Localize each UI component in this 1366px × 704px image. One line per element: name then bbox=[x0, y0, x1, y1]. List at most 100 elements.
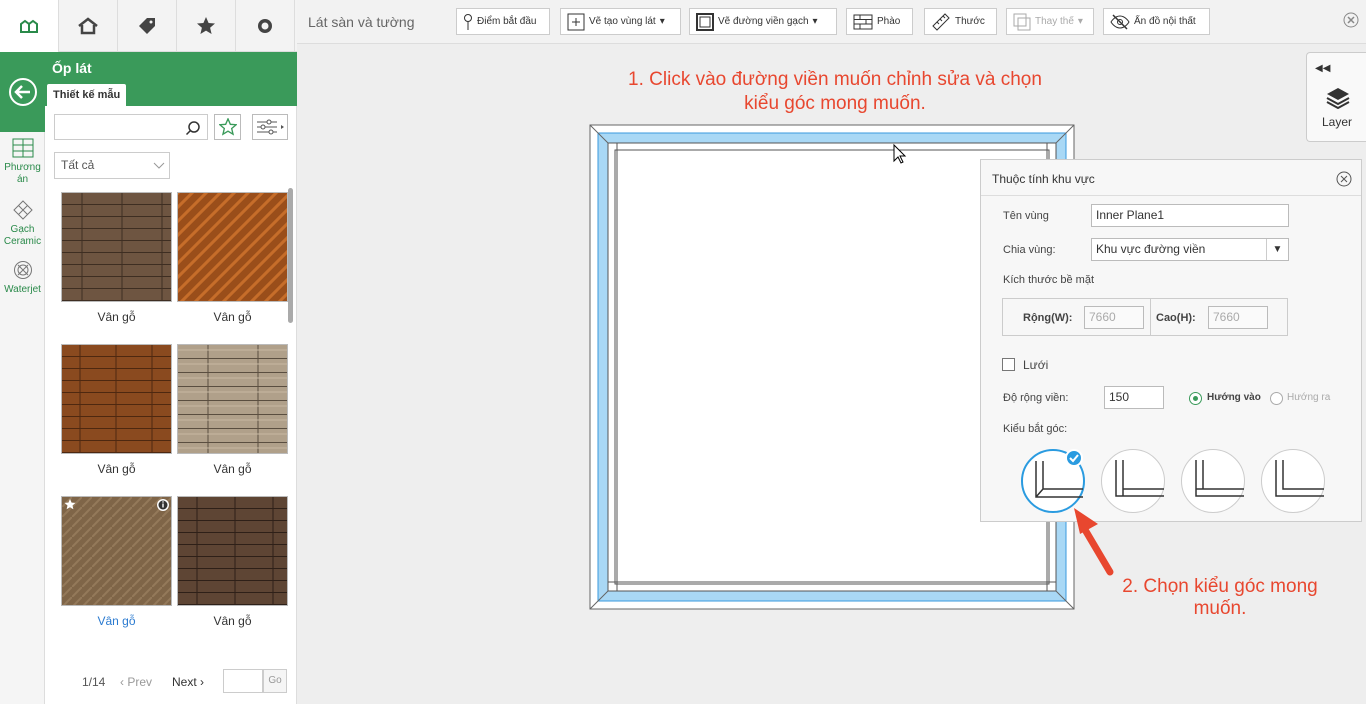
filter-settings-button[interactable] bbox=[252, 114, 288, 140]
back-button[interactable] bbox=[0, 52, 45, 132]
arrow-left-icon bbox=[8, 78, 37, 106]
border-width-label: Độ rộng viền: bbox=[1003, 392, 1069, 404]
sidebar-title: Ốp lát bbox=[52, 60, 92, 76]
tile-thumbnail[interactable] bbox=[61, 496, 172, 606]
rail-item-waterjet[interactable]: Waterjet bbox=[0, 260, 45, 296]
tile-label: Vân gỗ bbox=[97, 462, 136, 476]
layers-icon bbox=[1326, 88, 1350, 109]
grid-checkbox[interactable] bbox=[1002, 358, 1015, 371]
close-editor-button[interactable] bbox=[1343, 12, 1359, 31]
close-circle-icon bbox=[1343, 12, 1359, 28]
category-value: Tất cả bbox=[61, 158, 95, 172]
annotation-line: muốn. bbox=[1193, 598, 1247, 619]
prev-button[interactable]: ‹ Prev bbox=[120, 675, 152, 689]
next-label: Next bbox=[172, 675, 197, 689]
area-name-label: Tên vùng bbox=[1003, 210, 1049, 222]
border-width-input[interactable]: 150 bbox=[1104, 386, 1164, 409]
page-input[interactable] bbox=[223, 669, 263, 693]
tile-thumbnail[interactable] bbox=[61, 192, 172, 302]
grid-plan-icon bbox=[12, 138, 33, 158]
corner-style-label: Kiểu bắt góc: bbox=[1003, 423, 1068, 435]
eye-slash-icon bbox=[1110, 13, 1130, 30]
star-outline-icon bbox=[218, 118, 237, 136]
tile-label: Vân gỗ bbox=[97, 310, 136, 324]
corner-style-option-3[interactable] bbox=[1181, 449, 1245, 513]
toolbar-title: Lát sàn và tường bbox=[308, 14, 415, 30]
height-input[interactable]: 7660 bbox=[1208, 306, 1268, 329]
rail-label: Ceramic bbox=[3, 236, 42, 247]
brick-icon bbox=[853, 14, 873, 29]
pointer-arrow-icon bbox=[1074, 508, 1114, 576]
tab-home[interactable] bbox=[0, 0, 59, 52]
next-button[interactable]: Next › bbox=[172, 675, 204, 689]
surface-size-label: Kích thước bề mặt bbox=[1003, 274, 1095, 286]
direction-in-radio[interactable] bbox=[1189, 392, 1202, 405]
favorite-filter-button[interactable] bbox=[214, 114, 241, 140]
tile-label: Vân gỗ bbox=[97, 614, 136, 628]
draw-border-button[interactable]: Vẽ đường viền gạch ▾ bbox=[689, 8, 837, 35]
tile-thumbnail[interactable] bbox=[177, 192, 288, 302]
divider bbox=[1150, 298, 1151, 336]
chevron-down-icon: ▼ bbox=[1266, 239, 1288, 260]
layer-tab[interactable]: ◀◀ Layer bbox=[1306, 52, 1366, 142]
replace-button[interactable]: Thay thế ▾ bbox=[1006, 8, 1094, 35]
tile-thumbnail[interactable] bbox=[177, 496, 288, 606]
selected-check-icon bbox=[1065, 449, 1083, 467]
home-tile-icon bbox=[20, 19, 38, 33]
top-tabs bbox=[0, 0, 297, 52]
replace-icon bbox=[1013, 13, 1031, 30]
panel-title: Thuộc tính khu vực bbox=[992, 172, 1095, 186]
pin-icon bbox=[464, 13, 472, 30]
moulding-label: Phào bbox=[877, 16, 901, 27]
corner-style-option-4[interactable] bbox=[1261, 449, 1325, 513]
category-select[interactable]: Tất cả bbox=[54, 152, 170, 179]
tile-thumbnail[interactable] bbox=[177, 344, 288, 454]
sidebar-scrollbar[interactable] bbox=[288, 188, 293, 323]
tile-label: Vân gỗ bbox=[213, 614, 252, 628]
width-label: Rộng(W): bbox=[1023, 312, 1073, 324]
rail-label: Gạch bbox=[10, 224, 35, 235]
draw-area-label: Vẽ tạo vùng lát bbox=[589, 16, 656, 27]
tab-favorites[interactable] bbox=[177, 0, 236, 52]
grid-label: Lưới bbox=[1023, 358, 1049, 372]
sliders-icon bbox=[257, 119, 284, 135]
hide-furniture-label: Ẩn đồ nội thất bbox=[1134, 16, 1196, 27]
moulding-button[interactable]: Phào bbox=[846, 8, 913, 35]
tab-search[interactable] bbox=[236, 0, 295, 52]
ruler-button[interactable]: Thước bbox=[924, 8, 997, 35]
search-input[interactable] bbox=[54, 114, 208, 140]
search-icon bbox=[258, 19, 272, 33]
prev-label: Prev bbox=[127, 675, 153, 689]
chevron-down-icon bbox=[153, 162, 165, 169]
rail-item-plan[interactable]: Phương án bbox=[0, 138, 45, 186]
dropdown-caret-icon: ▾ bbox=[812, 16, 818, 27]
area-name-input[interactable]: Inner Plane1 bbox=[1091, 204, 1289, 227]
draw-area-button[interactable]: Vẽ tạo vùng lát ▾ bbox=[560, 8, 681, 35]
collapse-icon[interactable]: ◀◀ bbox=[1315, 63, 1330, 74]
annotation-line: kiểu góc mong muốn. bbox=[744, 93, 926, 114]
waterjet-icon bbox=[13, 261, 32, 279]
start-point-label: Điểm bắt đầu bbox=[477, 16, 537, 27]
split-select[interactable]: Khu vực đường viền ▼ bbox=[1091, 238, 1289, 261]
replace-label: Thay thế bbox=[1035, 16, 1074, 27]
house-tiles-icon bbox=[78, 17, 98, 35]
go-button[interactable]: Go bbox=[263, 669, 287, 693]
start-point-button[interactable]: Điểm bắt đầu bbox=[456, 8, 550, 35]
tab-sample-design[interactable]: Thiết kế mẫu bbox=[47, 84, 127, 106]
info-icon bbox=[157, 499, 169, 511]
tile-thumbnail[interactable] bbox=[61, 344, 172, 454]
rail-label: Phương bbox=[4, 162, 41, 173]
ruler-icon bbox=[932, 12, 950, 31]
split-label: Chia vùng: bbox=[1003, 244, 1056, 256]
rail-item-ceramic[interactable]: Gạch Ceramic bbox=[0, 200, 45, 248]
annotation-step2: 2. Chọn kiểu góc mong muốn. bbox=[1100, 576, 1340, 620]
close-icon[interactable] bbox=[1336, 171, 1352, 187]
direction-out-radio[interactable] bbox=[1270, 392, 1283, 405]
rail-label: án bbox=[16, 174, 29, 185]
tag-icon bbox=[139, 18, 155, 34]
tab-house[interactable] bbox=[59, 0, 118, 52]
annotation-step1: 1. Click vào đường viền muốn chỉnh sửa v… bbox=[560, 68, 1110, 116]
hide-furniture-button[interactable]: Ẩn đồ nội thất bbox=[1103, 8, 1210, 35]
tab-tag[interactable] bbox=[118, 0, 177, 52]
width-input[interactable]: 7660 bbox=[1084, 306, 1144, 329]
